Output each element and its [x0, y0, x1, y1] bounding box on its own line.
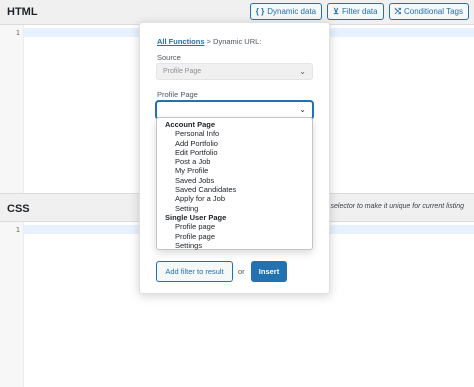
html-line-number: 1 — [15, 29, 20, 37]
filter-data-label: Filter data — [342, 7, 378, 16]
dropdown-option[interactable]: Post a Job — [157, 157, 312, 166]
html-section-title: HTML — [7, 6, 38, 18]
profile-page-dropdown: Account Page Personal Info Add Portfolio… — [156, 117, 313, 250]
dynamic-data-label: Dynamic data — [267, 7, 317, 16]
html-section-header: HTML { } Dynamic data ⊻ Filter data ⤭ Co… — [0, 0, 474, 24]
conditional-tags-label: Conditional Tags — [403, 7, 463, 16]
chevron-down-icon: ⌄ — [299, 67, 306, 76]
css-editor-gutter: 1 — [0, 222, 24, 387]
source-select: Profile Page ⌄ — [156, 63, 313, 80]
dropdown-option[interactable]: Apply for a Job — [157, 194, 312, 203]
filter-data-button[interactable]: ⊻ Filter data — [327, 3, 384, 20]
tag-button-group: { } Dynamic data ⊻ Filter data ⤭ Conditi… — [249, 3, 469, 20]
dropdown-option[interactable]: Profile page — [157, 232, 312, 241]
dropdown-option[interactable]: Profile page — [157, 222, 312, 231]
dynamic-data-button[interactable]: { } Dynamic data — [249, 3, 323, 20]
shuffle-icon: ⤭ — [394, 6, 401, 16]
source-label: Source — [157, 53, 181, 62]
dropdown-group-label: Account Page — [165, 120, 216, 129]
dropdown-option[interactable]: Settings — [157, 241, 312, 250]
all-functions-link[interactable]: All Functions — [157, 37, 205, 46]
braces-icon: { } — [255, 7, 265, 16]
css-line-number: 1 — [15, 226, 20, 234]
dropdown-group-label: Single User Page — [165, 212, 227, 222]
html-editor-gutter: 1 — [0, 25, 24, 193]
dropdown-option[interactable]: Personal Info — [157, 129, 312, 138]
dropdown-option[interactable]: Saved Jobs — [157, 176, 312, 185]
breadcrumb: All Functions > Dynamic URL: — [157, 37, 261, 46]
css-section-title: CSS — [7, 203, 30, 215]
breadcrumb-current: > Dynamic URL: — [204, 37, 262, 46]
filter-icon: ⊻ — [333, 7, 339, 16]
or-text: or — [238, 267, 245, 276]
dropdown-option[interactable]: My Profile — [157, 166, 312, 175]
page: HTML { } Dynamic data ⊻ Filter data ⤭ Co… — [0, 0, 474, 387]
source-select-value: Profile Page — [163, 68, 202, 75]
dropdown-option[interactable]: Edit Portfolio — [157, 148, 312, 157]
css-hint-text: CSS selector to make it unique for curre… — [314, 203, 464, 210]
add-filter-button[interactable]: Add filter to result — [156, 261, 233, 282]
chevron-down-icon: ⌄ — [299, 105, 306, 114]
dropdown-option[interactable]: Setting — [157, 204, 312, 213]
insert-button[interactable]: Insert — [251, 261, 287, 282]
dropdown-option[interactable]: Add Portfolio — [157, 139, 312, 148]
dropdown-option[interactable]: Saved Candidates — [157, 185, 312, 194]
profile-page-label: Profile Page — [157, 90, 198, 99]
conditional-tags-button[interactable]: ⤭ Conditional Tags — [388, 3, 469, 20]
